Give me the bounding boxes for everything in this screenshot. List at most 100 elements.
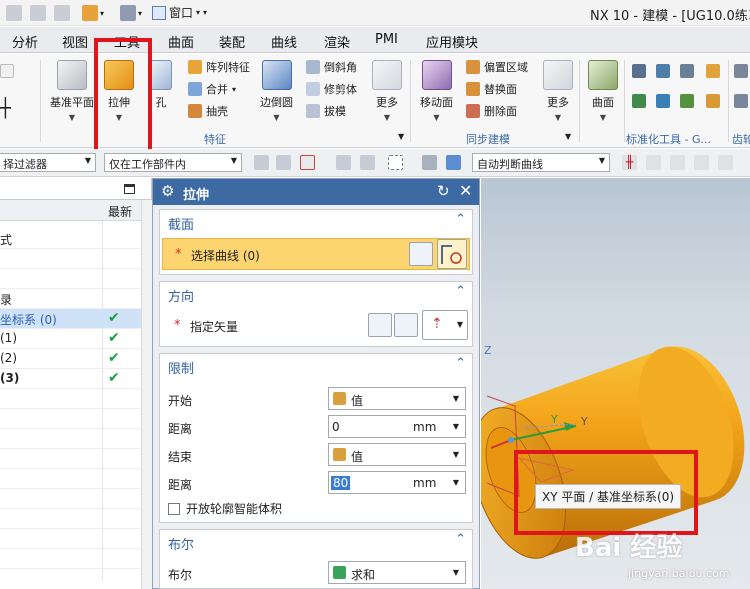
- tree-row[interactable]: 录: [0, 289, 141, 309]
- chevron-down-icon[interactable]: ▼: [565, 132, 571, 141]
- datum-plane-button[interactable]: 基准平面 ▼: [50, 60, 94, 122]
- tab-analysis[interactable]: 分析: [12, 32, 38, 51]
- limits-header[interactable]: 限制 ⌃: [160, 354, 472, 378]
- tab-application[interactable]: 应用模块: [426, 32, 478, 51]
- pattern-feature-button[interactable]: 阵列特征: [188, 59, 250, 75]
- collapse-icon[interactable]: ⌃: [455, 532, 466, 547]
- vector-dialog-button[interactable]: [394, 313, 418, 337]
- reset-icon[interactable]: ↻: [437, 182, 450, 200]
- window-menu[interactable]: 窗口 ▾ ▾: [152, 4, 207, 21]
- chevron-down-icon[interactable]: ▼: [398, 132, 404, 141]
- tab-pmi[interactable]: PMI: [375, 32, 398, 47]
- navigator-scrollbar[interactable]: [141, 200, 152, 589]
- std-tool-5[interactable]: [632, 94, 646, 108]
- shell-button[interactable]: 抽壳: [188, 103, 228, 119]
- start-type-dropdown[interactable]: 值 ▼: [328, 387, 466, 410]
- collapse-icon[interactable]: ⌃: [455, 212, 466, 227]
- tab-render[interactable]: 渲染: [324, 32, 350, 51]
- tree-row[interactable]: (2) ✔: [0, 349, 141, 369]
- gear-tool-2[interactable]: [734, 94, 748, 108]
- tangent-icon[interactable]: [694, 155, 709, 170]
- std-tool-2[interactable]: [656, 64, 670, 78]
- offset-region-button[interactable]: 偏置区域: [466, 59, 528, 75]
- pen-icon[interactable]: ▾: [120, 4, 142, 22]
- maximize-icon[interactable]: [124, 184, 135, 194]
- std-tool-8[interactable]: [706, 94, 720, 108]
- type-filter-dropdown[interactable]: 择过滤器 ▼: [0, 153, 96, 172]
- chevron-down-icon[interactable]: ▼: [453, 422, 459, 431]
- line-tool[interactable]: [0, 64, 14, 78]
- layer-icon[interactable]: ▾: [82, 4, 104, 22]
- boolean-header[interactable]: 布尔 ⌃: [160, 530, 472, 554]
- boolean-dropdown[interactable]: 求和 ▼: [328, 561, 466, 584]
- tab-assembly[interactable]: 装配: [219, 32, 245, 51]
- more-features-button[interactable]: 更多 ▼: [372, 60, 402, 122]
- surface-button[interactable]: 曲面 ▼: [588, 60, 618, 122]
- navigator-column-header[interactable]: 最新: [0, 200, 141, 221]
- tree-row[interactable]: 式: [0, 229, 141, 249]
- hole-button[interactable]: 孔: [150, 60, 172, 110]
- scope-dropdown[interactable]: 仅在工作部件内 ▼: [104, 153, 242, 172]
- tree-row-datum-csys[interactable]: 坐标系 (0) ✔: [0, 309, 141, 329]
- trim-body-button[interactable]: 修剪体: [306, 81, 357, 97]
- tab-curve[interactable]: 曲线: [271, 32, 297, 51]
- delete-face-button[interactable]: 删除面: [466, 103, 517, 119]
- dialog-title-bar[interactable]: ⚙ 拉伸 ↻ ✕: [153, 179, 479, 205]
- specify-vector-row[interactable]: * 指定矢量 ⇡ ▼: [162, 310, 470, 342]
- std-tool-4[interactable]: [706, 64, 720, 78]
- unite-button[interactable]: 合并 ▾: [188, 81, 236, 97]
- stop-at-intersection-icon[interactable]: ╫: [622, 155, 637, 170]
- filter-icon-3[interactable]: [336, 155, 351, 170]
- std-tool-6[interactable]: [656, 94, 670, 108]
- end-type-dropdown[interactable]: 值 ▼: [328, 443, 466, 466]
- cut-icon[interactable]: [6, 4, 22, 22]
- std-tool-1[interactable]: [632, 64, 646, 78]
- snap-point-icon[interactable]: [300, 155, 315, 170]
- replace-face-button[interactable]: 替换面: [466, 81, 517, 97]
- reverse-direction-button[interactable]: [368, 313, 392, 337]
- chamfer-button[interactable]: 倒斜角: [306, 59, 357, 75]
- section-header[interactable]: 截面 ⌃: [160, 210, 472, 234]
- tab-view[interactable]: 视图: [62, 32, 88, 51]
- tree-row[interactable]: [0, 269, 141, 289]
- filter-icon-5[interactable]: [422, 155, 437, 170]
- gear-tool-1[interactable]: [734, 64, 748, 78]
- chevron-down-icon[interactable]: ▼: [453, 478, 459, 487]
- collapse-icon[interactable]: ⌃: [455, 356, 466, 371]
- copy-icon[interactable]: [30, 4, 46, 22]
- collapse-icon[interactable]: ⌃: [455, 284, 466, 299]
- std-tool-3[interactable]: [680, 64, 694, 78]
- gear-icon[interactable]: ⚙: [161, 182, 174, 200]
- more-sync-button[interactable]: 更多 ▼: [543, 60, 573, 122]
- tab-surface[interactable]: 曲面: [168, 32, 194, 51]
- filter-icon-4[interactable]: [360, 155, 375, 170]
- move-face-button[interactable]: 移动面 ▼: [420, 60, 453, 122]
- edge-blend-button[interactable]: 边倒圆 ▼: [260, 60, 293, 122]
- checkbox[interactable]: [168, 502, 180, 515]
- open-profile-checkbox[interactable]: 开放轮廓智能体积: [168, 500, 282, 517]
- chain-icon[interactable]: [670, 155, 685, 170]
- paste-icon[interactable]: [54, 4, 70, 22]
- filter-icon-1[interactable]: [254, 155, 269, 170]
- point-tool[interactable]: ┼: [0, 98, 11, 119]
- select-curve-row[interactable]: * 选择曲线 (0): [162, 238, 470, 270]
- vector-type-dropdown[interactable]: ⇡ ▼: [422, 310, 468, 340]
- sketch-section-button[interactable]: [409, 242, 433, 266]
- curve-icon[interactable]: [437, 239, 467, 269]
- line-icon[interactable]: [718, 155, 733, 170]
- std-tool-7[interactable]: [680, 94, 694, 108]
- filter-icon-2[interactable]: [276, 155, 291, 170]
- filter-icon-6[interactable]: [446, 155, 461, 170]
- follow-fillet-icon[interactable]: [646, 155, 661, 170]
- tree-row[interactable]: [0, 249, 141, 269]
- curve-rule-dropdown[interactable]: 自动判断曲线 ▼: [472, 153, 610, 172]
- start-distance-field[interactable]: 0 mm ▼: [328, 415, 466, 438]
- end-distance-field[interactable]: 80 mm ▼: [328, 471, 466, 494]
- rectangle-select-icon[interactable]: [388, 155, 403, 170]
- close-icon[interactable]: ✕: [459, 181, 472, 200]
- tree-row[interactable]: (1) ✔: [0, 329, 141, 349]
- direction-header[interactable]: 方向 ⌃: [160, 282, 472, 306]
- origin-point[interactable]: [508, 437, 514, 443]
- draft-button[interactable]: 拔模: [306, 103, 346, 119]
- tree-row[interactable]: (3) ✔: [0, 369, 141, 389]
